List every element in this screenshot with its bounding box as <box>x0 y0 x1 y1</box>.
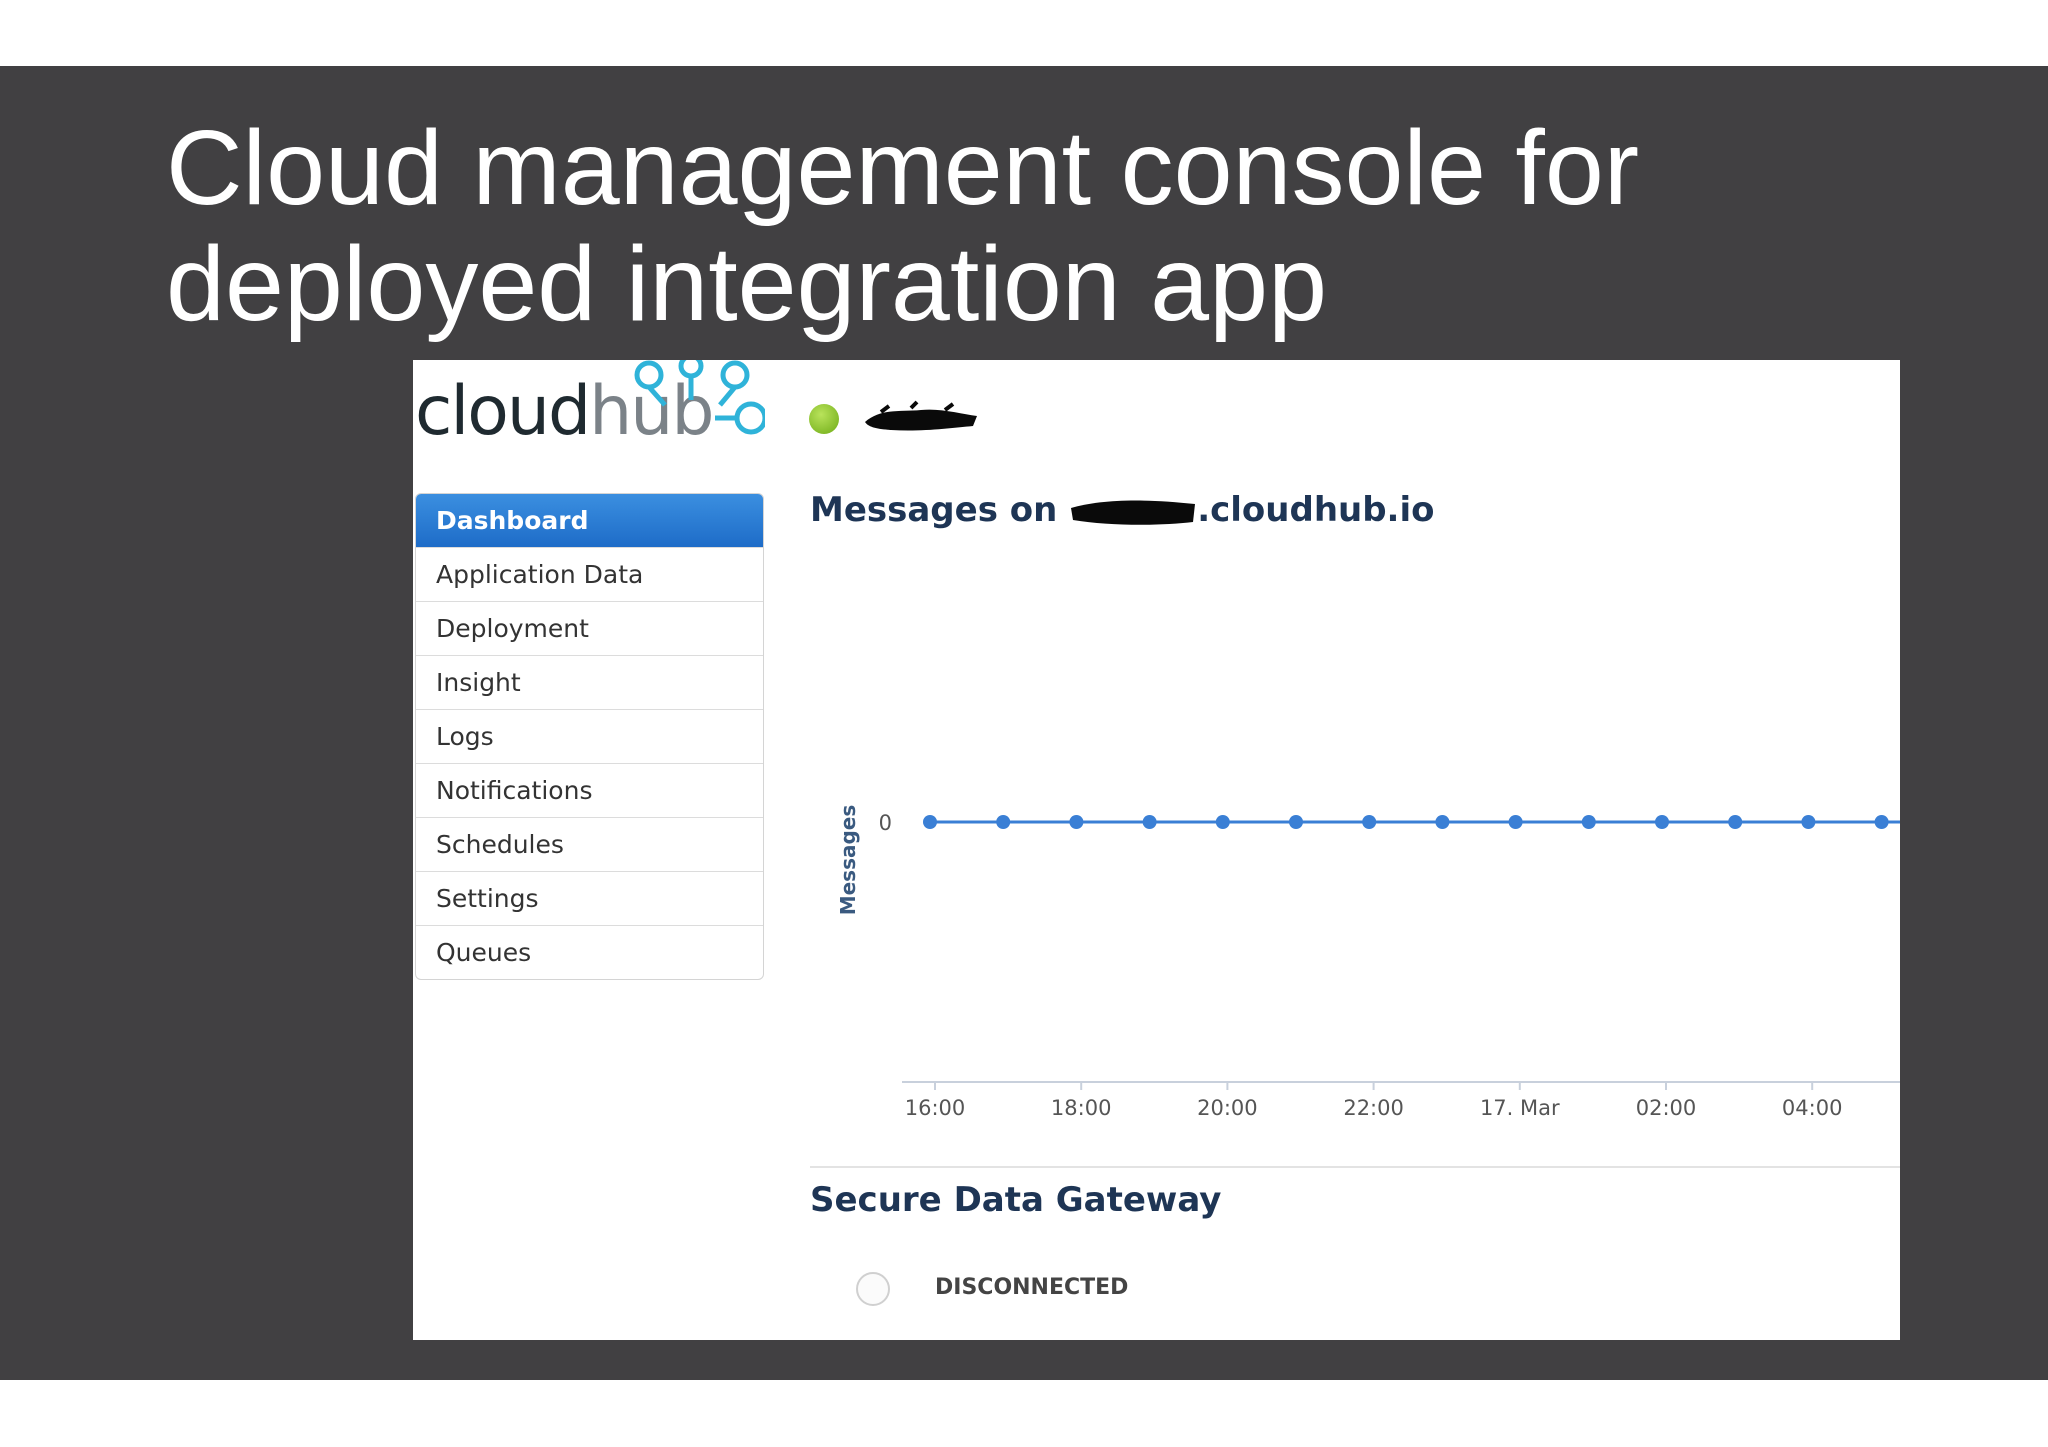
redacted-app-name <box>865 400 977 431</box>
logo-word-cloud: cloud <box>415 372 591 451</box>
chart-data-point <box>1508 815 1523 829</box>
redacted-host-name <box>1071 500 1196 525</box>
sidebar-item-logs[interactable]: Logs <box>416 709 763 763</box>
cloudhub-logo: cloudhub <box>415 360 765 451</box>
chart-data-point <box>1874 815 1889 829</box>
sidebar-item-deployment[interactable]: Deployment <box>416 601 763 655</box>
chart-data-point <box>1215 815 1230 829</box>
sidebar-item-insight[interactable]: Insight <box>416 655 763 709</box>
chart-x-tick-label: 17. Mar <box>1480 1096 1560 1120</box>
chart-data-point <box>1362 815 1377 829</box>
chart-data-point <box>923 815 937 829</box>
sidebar-item-settings[interactable]: Settings <box>416 871 763 925</box>
sidebar-item-schedules[interactable]: Schedules <box>416 817 763 871</box>
app-status-indicator <box>809 404 839 434</box>
chart-data-point <box>1142 815 1157 829</box>
slide-title: Cloud management console for deployed in… <box>166 109 1640 343</box>
chart-data-point <box>1435 815 1450 829</box>
chart-data-point <box>1289 815 1303 829</box>
gateway-section-title: Secure Data Gateway <box>810 1180 1222 1220</box>
chart-data-point <box>1581 815 1596 829</box>
logo-nodes-icon <box>634 360 765 435</box>
sidebar-nav: Dashboard Application Data Deployment In… <box>415 493 764 980</box>
messages-title-suffix: .cloudhub.io <box>1197 490 1435 530</box>
chart-data-point <box>1801 815 1816 829</box>
chart-data-point <box>1655 815 1669 829</box>
chart-x-tick-label: 04:00 <box>1782 1096 1843 1120</box>
messages-line-chart: Messages 0 16:00 18:00 20:00 22:00 17. Mar 02… <box>836 805 1900 1120</box>
sidebar-item-dashboard[interactable]: Dashboard <box>416 494 763 547</box>
chart-data-point <box>996 815 1011 829</box>
chart-x-tick-label: 02:00 <box>1636 1096 1697 1120</box>
chart-x-tick-label: 16:00 <box>905 1096 966 1120</box>
sidebar-item-application-data[interactable]: Application Data <box>416 547 763 601</box>
gateway-status-icon <box>856 1272 890 1306</box>
chart-x-tick-label: 20:00 <box>1197 1096 1258 1120</box>
section-divider <box>810 1166 1900 1168</box>
messages-chart-title: Messages on .cloudhub.io <box>810 490 1435 530</box>
sidebar-item-queues[interactable]: Queues <box>416 925 763 979</box>
gateway-status-text: DISCONNECTED <box>935 1275 1129 1300</box>
messages-title-prefix: Messages on <box>810 490 1070 530</box>
sidebar-item-notifications[interactable]: Notifications <box>416 763 763 817</box>
chart-x-tick-label: 22:00 <box>1343 1096 1404 1120</box>
console-screenshot: cloudhub Dashboard Application Data Depl… <box>413 360 1900 1340</box>
chart-y-tick-label: 0 <box>879 811 892 835</box>
chart-y-axis-label: Messages <box>836 805 860 916</box>
chart-x-tick-label: 18:00 <box>1051 1096 1112 1120</box>
chart-data-point <box>1728 815 1743 829</box>
chart-data-point <box>1069 815 1084 829</box>
